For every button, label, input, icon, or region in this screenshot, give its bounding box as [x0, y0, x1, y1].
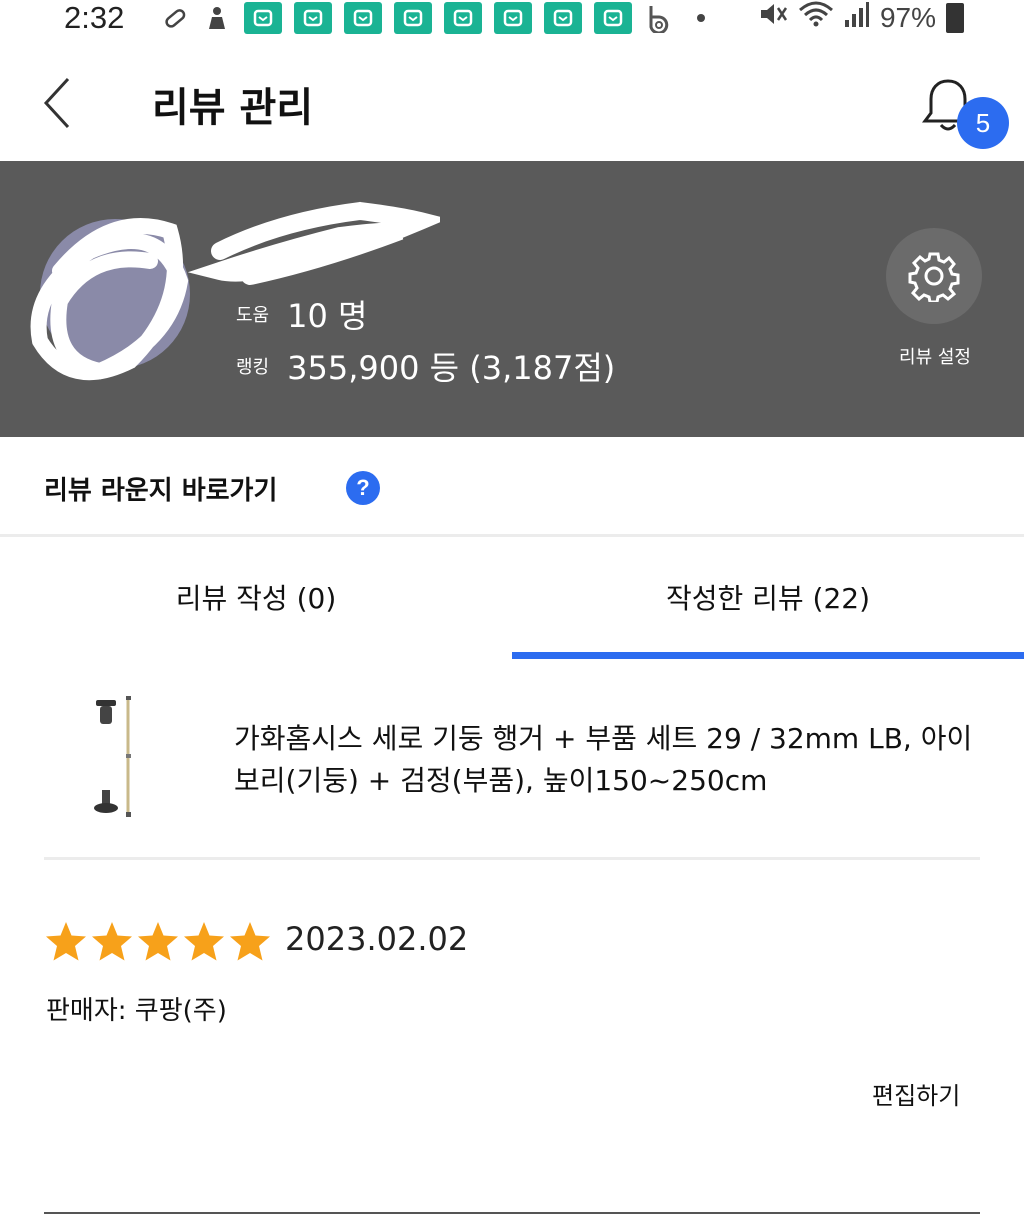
tab-write-review[interactable]: 리뷰 작성 (0) — [0, 540, 512, 660]
help-question-icon[interactable]: ? — [346, 471, 380, 505]
review-lounge-link[interactable]: 리뷰 라운지 바로가기 — [44, 470, 277, 507]
status-icons-right: 97% — [758, 0, 964, 35]
tab-written-reviews[interactable]: 작성한 리뷰 (22) — [512, 540, 1024, 660]
wifi-icon — [798, 0, 834, 35]
review-date: 2023.02.02 — [285, 920, 469, 958]
star-rating — [44, 920, 272, 964]
mute-icon — [758, 0, 788, 35]
pill-icon — [160, 3, 190, 33]
app-header: 리뷰 관리 5 — [0, 45, 1024, 161]
review-lounge-row: 리뷰 라운지 바로가기 ? — [0, 437, 1024, 537]
b-app-icon — [644, 3, 674, 33]
review-tabs: 리뷰 작성 (0) 작성한 리뷰 (22) — [0, 540, 1024, 660]
seller-info: 판매자: 쿠팡(주) — [46, 996, 227, 1026]
ranking-label: 랭킹 — [236, 357, 270, 378]
profile-panel: 도움 10 명 랭킹 355,900 등 (3,187점) 리뷰 설정 — [0, 161, 1024, 437]
star-icon — [92, 922, 132, 961]
edit-review-button[interactable]: 편집하기 — [872, 1076, 960, 1111]
status-icons-left — [160, 2, 716, 34]
app-icon — [244, 2, 282, 34]
help-label: 도움 — [236, 305, 270, 326]
product-name: 가화홈시스 세로 기둥 행거 + 부품 세트 29 / 32mm LB, 아이보… — [234, 722, 973, 797]
review-settings-button[interactable] — [886, 228, 982, 324]
product-thumbnail — [94, 696, 131, 817]
help-count-row: 도움 10 명 — [236, 291, 367, 337]
redaction-scribble — [30, 201, 440, 381]
app-icon — [344, 2, 382, 34]
star-icon — [230, 922, 270, 961]
status-bar: 2:32 97% — [0, 0, 1024, 40]
app-icon — [394, 2, 432, 34]
app-icon — [594, 2, 632, 34]
divider — [44, 1212, 980, 1214]
page-title: 리뷰 관리 — [152, 85, 314, 131]
battery-icon — [946, 2, 964, 33]
gear-icon — [908, 252, 960, 302]
active-tab-indicator — [512, 652, 1024, 659]
back-button[interactable] — [36, 73, 80, 133]
app-icon — [294, 2, 332, 34]
notification-count-badge: 5 — [957, 97, 1009, 149]
star-icon — [138, 922, 178, 961]
app-icon — [494, 2, 532, 34]
review-settings-label: 리뷰 설정 — [899, 347, 971, 368]
app-icon — [544, 2, 582, 34]
dot-icon — [686, 3, 716, 33]
ranking-value: 355,900 등 (3,187점) — [287, 349, 616, 387]
status-time: 2:32 — [64, 0, 125, 35]
star-icon — [184, 922, 224, 961]
help-value: 10 명 — [287, 297, 368, 335]
star-icon — [46, 922, 86, 961]
signal-icon — [844, 0, 870, 35]
app-icon — [444, 2, 482, 34]
battery-text: 97% — [879, 1, 936, 33]
ranking-row: 랭킹 355,900 등 (3,187점) — [236, 343, 615, 389]
product-row[interactable]: 가화홈시스 세로 기둥 행거 + 부품 세트 29 / 32mm LB, 아이보… — [44, 680, 980, 860]
person-icon — [202, 3, 232, 33]
